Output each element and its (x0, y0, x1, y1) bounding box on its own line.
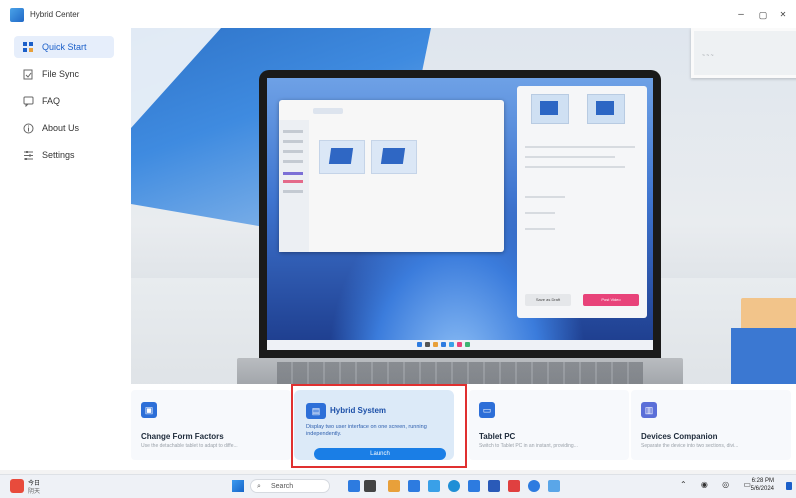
form-factor-icon: ▣ (141, 402, 157, 418)
app-window-sidebar (279, 120, 309, 252)
laptop-screen: Save as Draft Post Video (259, 70, 661, 358)
app-window: Hybrid Center – ▢ ✕ Quick Start File Syn… (0, 0, 796, 470)
panel-text-line (525, 146, 635, 148)
device-image (540, 101, 558, 115)
sidebar-row (283, 190, 303, 193)
card-title: Tablet PC (479, 432, 516, 441)
system-tray-icons[interactable]: ⌃ ◉ ◎ ▭ (680, 480, 757, 489)
taskbar-app-icon (425, 342, 430, 347)
taskbar-app-icon (457, 342, 462, 347)
sidebar-row (283, 160, 303, 163)
sidebar-item-label: FAQ (42, 96, 61, 106)
search-placeholder: Search (271, 483, 294, 490)
panel-text-line (525, 228, 555, 230)
taskbar-app-icon (433, 342, 438, 347)
panel-text-line (525, 212, 555, 214)
search-icon: ⌕ (257, 483, 261, 490)
sidebar-item-label: Quick Start (42, 42, 87, 52)
panel-image (531, 94, 569, 124)
card-title: Change Form Factors (141, 432, 224, 441)
taskbar-app-icon[interactable] (508, 480, 520, 492)
image-thumbnail (319, 140, 365, 174)
edge-icon[interactable] (448, 480, 460, 492)
laptop-taskbar (267, 340, 653, 350)
image-thumbnail (371, 140, 417, 174)
taskbar-app-icon (441, 342, 446, 347)
app-title: Hybrid Center (30, 10, 80, 19)
sidebar-item-quick-start[interactable]: Quick Start (14, 36, 114, 58)
sidebar-item-about-us[interactable]: About Us (14, 117, 114, 139)
card-description: Switch to Tablet PC in an instant, provi… (479, 443, 578, 449)
save-draft-button: Save as Draft (525, 294, 571, 306)
windows-start-icon[interactable] (232, 480, 244, 492)
laptop-display: Save as Draft Post Video (267, 78, 653, 350)
sidebar-item-faq[interactable]: FAQ (14, 90, 114, 112)
post-video-button: Post Video (583, 294, 639, 306)
panel-image (587, 94, 625, 124)
laptop-keyboard-base (237, 358, 683, 384)
sidebar: Quick Start File Sync FAQ About Us Setti… (0, 30, 124, 470)
faq-icon (22, 95, 34, 107)
sidebar-item-label: Settings (42, 150, 75, 160)
clock-time: 6:28 PM (751, 478, 774, 484)
selection-highlight (291, 384, 467, 468)
taskbar-app-icon[interactable] (528, 480, 540, 492)
card-change-form-factors[interactable]: ▣ Change Form Factors Use the detachable… (131, 390, 291, 460)
laptop-app-window (279, 100, 504, 252)
taskbar-search-box[interactable]: ⌕ Search (250, 479, 330, 493)
sidebar-item-file-sync[interactable]: File Sync (14, 63, 114, 85)
panel-text-line (525, 156, 615, 158)
keyboard-keys (277, 362, 643, 384)
taskbar-app-icon[interactable] (548, 480, 560, 492)
settings-icon (22, 149, 34, 161)
taskbar-app-icon[interactable] (468, 480, 480, 492)
taskbar-app-icon (417, 342, 422, 347)
hero-decor-box (731, 328, 796, 384)
hero-picture-frame: ~ ~ ~ (691, 28, 796, 78)
sidebar-item-label: File Sync (42, 69, 80, 79)
device-image (596, 101, 614, 115)
clock-date: 5/6/2024 (750, 486, 774, 492)
file-sync-icon (22, 68, 34, 80)
sidebar-row (283, 172, 303, 175)
taskbar-app-icon (449, 342, 454, 347)
panel-text-line (525, 166, 625, 168)
taskbar-app-icon[interactable] (364, 480, 376, 492)
sidebar-item-settings[interactable]: Settings (14, 144, 114, 166)
device-image (328, 148, 354, 164)
taskbar-app-icon[interactable] (488, 480, 500, 492)
tablet-icon: ▭ (479, 402, 495, 418)
app-window-tab (313, 108, 343, 114)
card-tablet-pc[interactable]: ▭ Tablet PC Switch to Tablet PC in an in… (469, 390, 629, 460)
sidebar-row (283, 180, 303, 183)
app-logo-icon (10, 8, 24, 22)
device-image (380, 148, 406, 164)
taskbar-app-icon (465, 342, 470, 347)
panel-text-line (525, 196, 565, 198)
grid-icon (22, 41, 34, 53)
laptop-compose-panel: Save as Draft Post Video (517, 86, 647, 318)
frame-scribble: ~ ~ ~ (702, 53, 714, 59)
os-taskbar: 今日 阴天 ⌕ Search ⌃ ◉ ◎ ▭ 6:28 PM 5/6/2024 (0, 474, 796, 498)
card-title: Devices Companion (641, 432, 718, 441)
weather-condition: 阴天 (28, 489, 41, 495)
weather-icon[interactable] (10, 479, 24, 493)
taskbar-app-icon[interactable] (428, 480, 440, 492)
taskbar-app-icon[interactable] (408, 480, 420, 492)
card-description: Separate the device into two sections, d… (641, 443, 739, 449)
hero-banner-image: ~ ~ ~ Save as Draft Post Video (131, 28, 796, 384)
sidebar-item-label: About Us (42, 123, 80, 133)
sidebar-row (283, 150, 303, 153)
notification-icon[interactable] (786, 482, 792, 490)
info-icon (22, 122, 34, 134)
sidebar-row (283, 130, 303, 133)
close-button[interactable]: ✕ (768, 6, 796, 24)
taskbar-app-icon[interactable] (348, 480, 360, 492)
taskbar-app-icon[interactable] (388, 480, 400, 492)
sidebar-row (283, 140, 303, 143)
card-devices-companion[interactable]: ▥ Devices Companion Separate the device … (631, 390, 791, 460)
devices-companion-icon: ▥ (641, 402, 657, 418)
card-description: Use the detachable tablet to adapt to di… (141, 443, 238, 449)
title-bar: Hybrid Center – ▢ ✕ (0, 0, 796, 30)
